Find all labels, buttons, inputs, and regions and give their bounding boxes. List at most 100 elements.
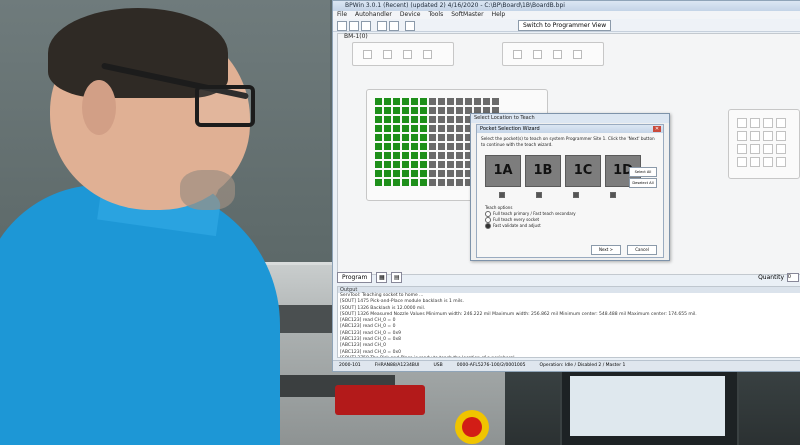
pocket-programmed — [420, 152, 427, 159]
bottom-toolbar: Program ▦ ▤ Quantity — [337, 271, 799, 283]
pocket-programmed — [411, 161, 418, 168]
toolbar-run-icon[interactable] — [377, 21, 387, 31]
pocket-pending — [438, 170, 445, 177]
pocket-programmed — [384, 125, 391, 132]
workspace-tab[interactable]: BM-1(0) — [344, 33, 368, 40]
pocket-pending — [447, 152, 454, 159]
output-pocket — [750, 157, 760, 167]
close-icon[interactable]: ✕ — [653, 126, 661, 132]
teach-option-label: Fast validate and adjust — [493, 223, 541, 228]
board-1c[interactable]: 1C — [565, 155, 601, 187]
toolbar-stop-icon[interactable] — [389, 21, 399, 31]
board-checkbox[interactable] — [573, 192, 579, 198]
menu-file[interactable]: File — [337, 11, 347, 19]
board-checkbox[interactable] — [536, 192, 542, 198]
pocket-pending — [438, 143, 445, 150]
toolbar: Switch to Programmer View — [333, 19, 800, 32]
pocket-pending — [438, 152, 445, 159]
pocket-programmed — [402, 125, 409, 132]
menu-help[interactable]: Help — [492, 11, 506, 19]
pocket-programmed — [393, 143, 400, 150]
output-pocket — [776, 144, 786, 154]
pocket-pending — [456, 107, 463, 114]
tray-feeder-right[interactable] — [502, 42, 604, 66]
menu-autohandler[interactable]: Autohandler — [355, 11, 392, 19]
pocket-programmed — [384, 116, 391, 123]
output-log[interactable]: Output ServTool: Teaching socket to home… — [337, 286, 800, 358]
toolbar-settings-icon[interactable] — [405, 21, 415, 31]
pocket-pending — [438, 98, 445, 105]
status-item: USB — [433, 363, 443, 368]
output-tray-panel[interactable] — [728, 109, 800, 179]
program-button[interactable]: Program — [337, 271, 373, 283]
status-item: FHRAN88/A1234BUI — [374, 363, 420, 368]
menu-device[interactable]: Device — [400, 11, 421, 19]
board-1b[interactable]: 1B — [525, 155, 561, 187]
list-view-icon[interactable]: ▤ — [391, 271, 403, 283]
pocket-programmed — [411, 152, 418, 159]
pocket-pending — [429, 143, 436, 150]
pocket-pending — [447, 161, 454, 168]
switch-programmer-view-button[interactable]: Switch to Programmer View — [518, 20, 612, 31]
output-pocket — [776, 157, 786, 167]
pocket-programmed — [402, 152, 409, 159]
output-pocket — [763, 144, 773, 154]
toolbar-new-icon[interactable] — [337, 21, 347, 31]
pocket-programmed — [384, 134, 391, 141]
pocket-pending — [429, 134, 436, 141]
pocket-pending — [429, 116, 436, 123]
pocket-selection-wizard: Pocket Selection Wizard ✕ Select the poc… — [476, 124, 664, 258]
teach-option-label: Full teach primary / Fast teach secondar… — [493, 211, 576, 216]
tray-feeder-left[interactable] — [352, 42, 454, 66]
toolbar-save-icon[interactable] — [361, 21, 371, 31]
pocket-programmed — [411, 143, 418, 150]
secondary-monitor — [560, 368, 739, 445]
pocket-pending — [438, 134, 445, 141]
pocket-programmed — [420, 116, 427, 123]
pocket-programmed — [411, 134, 418, 141]
board-checkbox[interactable] — [499, 192, 505, 198]
pocket-programmed — [384, 161, 391, 168]
output-pocket — [737, 118, 747, 128]
pocket-programmed — [384, 143, 391, 150]
board-1a[interactable]: 1A — [485, 155, 521, 187]
toolbar-open-icon[interactable] — [349, 21, 359, 31]
output-pocket — [750, 144, 760, 154]
pocket-programmed — [393, 152, 400, 159]
menu-softmaster[interactable]: SoftMaster — [451, 11, 483, 19]
status-item: 2000-101 — [339, 363, 361, 368]
pocket-programmed — [402, 161, 409, 168]
teach-option[interactable]: Fast validate and adjust — [485, 223, 576, 229]
quantity-label: Quantity — [758, 273, 784, 281]
cancel-button[interactable]: Cancel — [627, 245, 657, 255]
next-button[interactable]: Next > — [591, 245, 621, 255]
pocket-pending — [429, 152, 436, 159]
secondary-monitor-screen — [570, 376, 725, 436]
menu-tools[interactable]: Tools — [428, 11, 443, 19]
pocket-programmed — [375, 179, 382, 186]
pocket-programmed — [393, 179, 400, 186]
board-checkbox[interactable] — [610, 192, 616, 198]
pocket-pending — [456, 179, 463, 186]
output-pocket — [737, 144, 747, 154]
window-title: BPWin 3.0.1 (Recent) (updated 2) 4/16/20… — [333, 1, 800, 11]
pocket-pending — [456, 116, 463, 123]
quantity-input[interactable] — [787, 272, 799, 282]
pocket-pending — [438, 161, 445, 168]
pocket-programmed — [384, 152, 391, 159]
pocket-pending — [465, 98, 472, 105]
photo-scene: BPWin 3.0.1 (Recent) (updated 2) 4/16/20… — [0, 0, 800, 445]
pocket-pending — [474, 98, 481, 105]
deselect-all-button[interactable]: Deselect All — [629, 178, 657, 188]
pocket-programmed — [375, 107, 382, 114]
select-all-button[interactable]: Select All — [629, 167, 657, 177]
pocket-programmed — [393, 125, 400, 132]
status-item: 0000-AFL5276-100/2/0001005 — [456, 363, 526, 368]
pocket-programmed — [393, 98, 400, 105]
grid-view-icon[interactable]: ▦ — [376, 271, 388, 283]
radio-button[interactable] — [485, 223, 491, 229]
pocket-programmed — [420, 107, 427, 114]
pocket-pending — [492, 98, 499, 105]
status-bar: 2000-101 FHRAN88/A1234BUI USB 0000-AFL52… — [333, 360, 800, 371]
pocket-pending — [429, 107, 436, 114]
